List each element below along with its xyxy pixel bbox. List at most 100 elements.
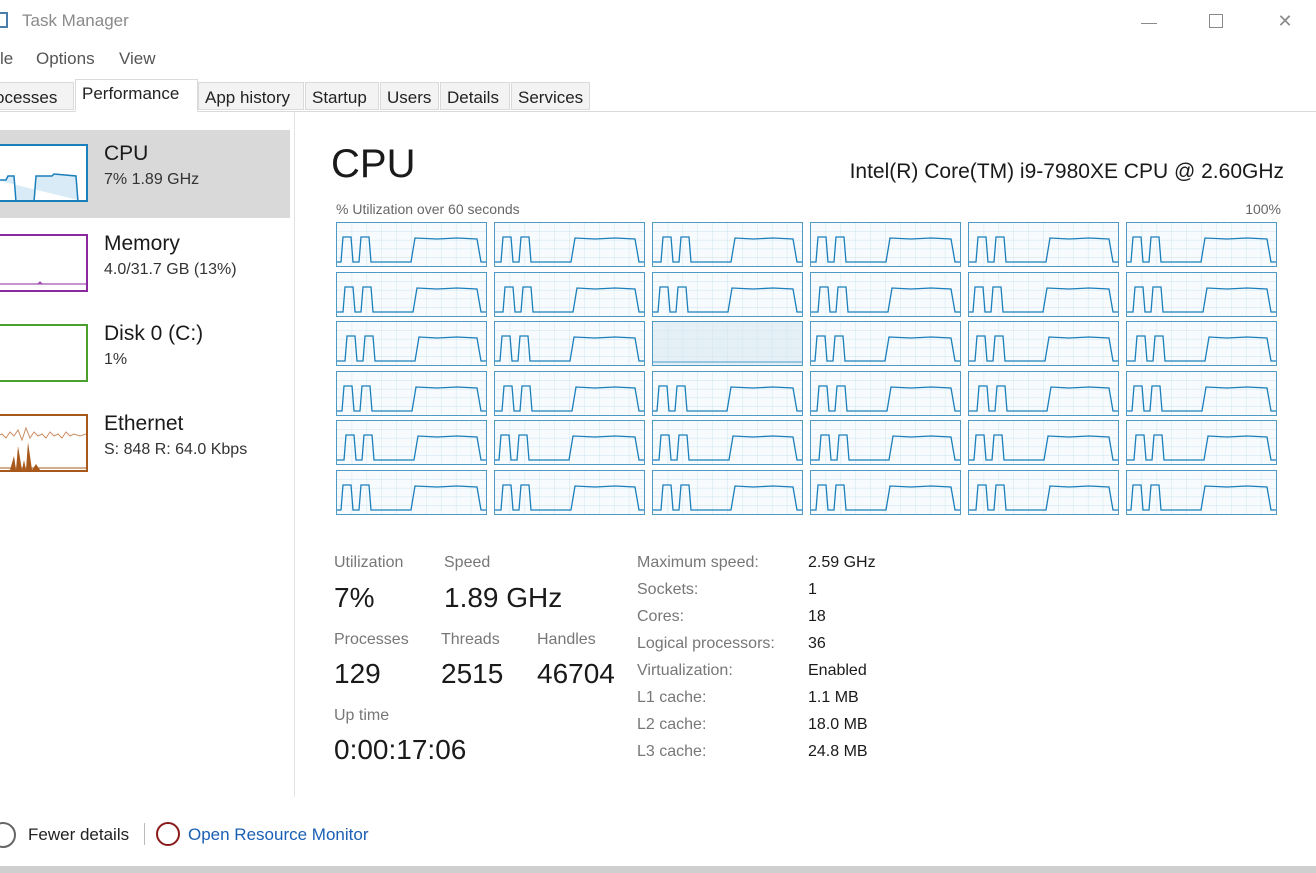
spec-key: Virtualization: bbox=[637, 662, 733, 679]
spec-value: 1 bbox=[808, 581, 817, 598]
sidebar-item-label: Ethernet bbox=[104, 412, 184, 435]
graph-max-label: 100% bbox=[1245, 201, 1281, 217]
logical-processor-graph bbox=[336, 271, 487, 317]
cpu-detail-panel: CPU Intel(R) Core(TM) i9-7980XE CPU @ 2.… bbox=[296, 112, 1316, 797]
logical-processor-graph bbox=[494, 321, 645, 366]
window-bottom-edge bbox=[0, 866, 1316, 873]
uptime-value: 0:00:17:06 bbox=[334, 734, 467, 765]
menu-options[interactable]: Options bbox=[36, 49, 95, 69]
memory-thumbnail-graph bbox=[0, 234, 88, 292]
close-button[interactable]: ✕ bbox=[1262, 6, 1308, 36]
menu-file[interactable]: le bbox=[0, 49, 13, 69]
minimize-button[interactable] bbox=[1125, 6, 1171, 36]
logical-processor-graph bbox=[1126, 321, 1277, 366]
logical-processor-graph bbox=[1126, 370, 1277, 416]
title-bar: Task Manager ✕ bbox=[0, 0, 1316, 42]
footer: Fewer details Open Resource Monitor bbox=[0, 812, 1316, 856]
logical-processor-graph bbox=[652, 321, 803, 366]
logical-processor-graph bbox=[336, 222, 487, 267]
logical-processor-graph bbox=[968, 321, 1119, 366]
logical-processor-graph bbox=[810, 222, 961, 267]
fewer-details-button[interactable]: Fewer details bbox=[28, 825, 129, 845]
logical-processor-graph bbox=[336, 469, 487, 515]
spec-value: 18 bbox=[808, 608, 826, 625]
logical-processor-graph bbox=[1126, 420, 1277, 465]
logical-processor-graph bbox=[494, 370, 645, 416]
maximize-icon bbox=[1209, 14, 1223, 28]
tab-app-history[interactable]: App history bbox=[198, 82, 304, 110]
task-manager-icon bbox=[0, 12, 8, 28]
tab-performance[interactable]: Performance bbox=[75, 79, 198, 112]
ethernet-thumbnail-graph bbox=[0, 414, 88, 472]
resource-monitor-icon[interactable] bbox=[156, 822, 180, 846]
logical-processor-graph bbox=[652, 222, 803, 267]
tab-startup[interactable]: Startup bbox=[305, 82, 379, 110]
logical-processor-graph bbox=[968, 370, 1119, 416]
sidebar-item-ethernet[interactable]: Ethernet S: 848 R: 64.0 Kbps bbox=[0, 400, 290, 488]
logical-processor-graph bbox=[336, 321, 487, 366]
threads-label: Threads bbox=[441, 631, 500, 648]
logical-processor-graph bbox=[810, 469, 961, 515]
collapse-icon[interactable] bbox=[0, 822, 16, 848]
handles-value: 46704 bbox=[537, 658, 615, 689]
sidebar-item-label: CPU bbox=[104, 142, 149, 165]
utilization-label: Utilization bbox=[334, 554, 404, 571]
sidebar-item-memory[interactable]: Memory 4.0/31.7 GB (13%) bbox=[0, 220, 290, 308]
spec-key: L3 cache: bbox=[637, 743, 707, 760]
sidebar-item-cpu[interactable]: CPU 7% 1.89 GHz bbox=[0, 130, 290, 218]
logical-processor-graph bbox=[494, 469, 645, 515]
open-resource-monitor-link[interactable]: Open Resource Monitor bbox=[188, 825, 368, 845]
speed-value: 1.89 GHz bbox=[444, 582, 563, 613]
cpu-thumbnail-graph bbox=[0, 144, 88, 203]
graph-caption: % Utilization over 60 seconds bbox=[336, 201, 520, 217]
logical-processor-graph bbox=[968, 420, 1119, 465]
logical-processor-graph bbox=[652, 271, 803, 317]
spec-value: 2.59 GHz bbox=[808, 554, 876, 571]
menu-bar: le Options View bbox=[0, 44, 1316, 72]
logical-processor-graph bbox=[494, 271, 645, 317]
logical-processor-graph bbox=[336, 370, 487, 416]
tab-processes[interactable]: ocesses bbox=[0, 82, 74, 110]
logical-processor-graph bbox=[810, 370, 961, 416]
tab-bar: ocesses Performance App history Startup … bbox=[0, 79, 1316, 112]
maximize-button[interactable] bbox=[1193, 6, 1239, 36]
logical-processor-graph bbox=[652, 469, 803, 515]
spec-value: 24.8 MB bbox=[808, 743, 868, 760]
logical-processor-graph bbox=[652, 370, 803, 416]
spec-value: 36 bbox=[808, 635, 826, 652]
speed-label: Speed bbox=[444, 554, 491, 571]
footer-divider bbox=[144, 823, 145, 845]
sidebar-item-disk[interactable]: Disk 0 (C:) 1% bbox=[0, 310, 290, 398]
sidebar-item-sub: S: 848 R: 64.0 Kbps bbox=[104, 441, 248, 458]
logical-processor-graph bbox=[810, 420, 961, 465]
processes-label: Processes bbox=[334, 631, 409, 648]
sidebar-item-label: Disk 0 (C:) bbox=[104, 322, 204, 345]
tab-details[interactable]: Details bbox=[440, 82, 510, 110]
sidebar-item-sub: 1% bbox=[104, 351, 128, 368]
logical-processor-graph bbox=[1126, 469, 1277, 515]
utilization-value: 7% bbox=[334, 582, 375, 613]
menu-view[interactable]: View bbox=[119, 49, 156, 69]
logical-processor-graph bbox=[652, 420, 803, 465]
logical-processor-graph bbox=[336, 420, 487, 465]
tab-services[interactable]: Services bbox=[511, 82, 590, 110]
spec-key: L2 cache: bbox=[637, 716, 707, 733]
spec-value: 18.0 MB bbox=[808, 716, 868, 733]
tab-users[interactable]: Users bbox=[380, 82, 439, 110]
page-title: CPU bbox=[331, 142, 416, 186]
logical-processor-graph bbox=[494, 222, 645, 267]
spec-value: Enabled bbox=[808, 662, 867, 679]
minimize-icon bbox=[1141, 23, 1157, 24]
spec-key: Logical processors: bbox=[637, 635, 775, 652]
processes-value: 129 bbox=[334, 658, 381, 689]
logical-processor-graph bbox=[968, 271, 1119, 317]
performance-sidebar: CPU 7% 1.89 GHz Memory 4.0/31.7 GB (13%)… bbox=[0, 112, 295, 797]
window-title: Task Manager bbox=[22, 11, 129, 30]
sidebar-item-sub: 7% 1.89 GHz bbox=[104, 171, 200, 188]
logical-processor-graph bbox=[1126, 271, 1277, 317]
logical-processor-graph bbox=[494, 420, 645, 465]
logical-processor-graph bbox=[968, 222, 1119, 267]
spec-value: 1.1 MB bbox=[808, 689, 859, 706]
spec-key: Sockets: bbox=[637, 581, 699, 598]
threads-value: 2515 bbox=[441, 658, 504, 689]
